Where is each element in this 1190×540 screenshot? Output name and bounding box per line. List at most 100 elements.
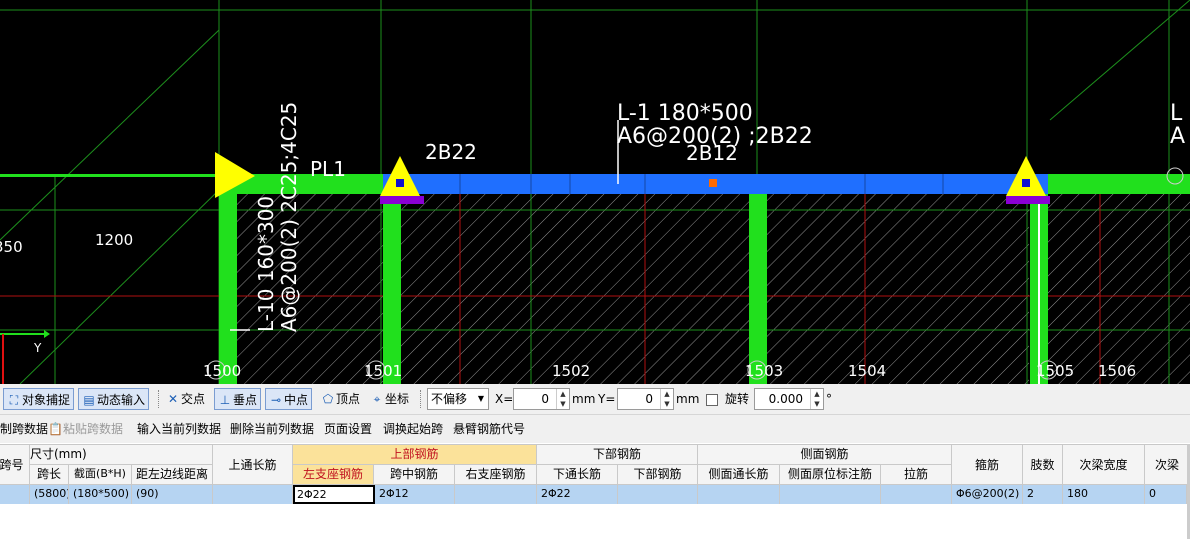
- column-1501[interactable]: [383, 174, 401, 384]
- chevron-down-icon: ▼: [477, 394, 484, 403]
- input-current-column-button[interactable]: 输入当前列数据: [137, 418, 221, 440]
- midpoint-icon: ⊸: [270, 393, 282, 407]
- column-1503[interactable]: [749, 174, 767, 384]
- cell-top-through[interactable]: [213, 485, 293, 504]
- beam-midpoint-grip[interactable]: [709, 179, 717, 187]
- x-spinner[interactable]: ▲ ▼: [556, 389, 569, 409]
- col-side-rebar-group: 侧面钢筋: [698, 445, 952, 465]
- y-input[interactable]: 0 ▲ ▼: [617, 388, 674, 410]
- rotate-input[interactable]: 0.000 ▲ ▼: [754, 388, 824, 410]
- support-1501-grip[interactable]: [396, 179, 404, 187]
- coordinate-icon: ⌖: [373, 392, 381, 406]
- cell-left-support[interactable]: 2Φ22: [293, 485, 375, 504]
- coordinate-snap-button[interactable]: ⌖ 坐标: [369, 388, 409, 410]
- axis-label-1503: 1503: [745, 362, 783, 380]
- support-1505-grip[interactable]: [1022, 179, 1030, 187]
- col-top-through[interactable]: 上通长筋: [213, 445, 293, 485]
- x-input[interactable]: 0 ▲ ▼: [513, 388, 570, 410]
- col-bottom-bars[interactable]: 下部钢筋: [618, 465, 698, 485]
- rotate-checkbox[interactable]: [706, 394, 718, 406]
- intersection-snap-button[interactable]: ✕ 交点: [165, 388, 205, 410]
- ucs-y-label: Y: [33, 341, 42, 355]
- cell-dist-left[interactable]: (90): [132, 485, 213, 504]
- col-legs[interactable]: 肢数: [1023, 445, 1063, 485]
- cell-span-no[interactable]: [0, 485, 30, 504]
- cell-sec-beam-width[interactable]: 180: [1063, 485, 1145, 504]
- axis-label-1500: 1500: [203, 362, 241, 380]
- col-span-length[interactable]: 跨长: [30, 465, 69, 485]
- offset-mode-select[interactable]: 不偏移 ▼: [427, 388, 489, 410]
- col-tie-bar[interactable]: 拉筋: [881, 465, 952, 485]
- midpoint-snap-button[interactable]: ⊸ 中点: [265, 388, 313, 410]
- col-stirrup[interactable]: 箍筋: [952, 445, 1023, 485]
- vertex-icon: ⬠: [322, 392, 334, 406]
- col-bottom-through[interactable]: 下通长筋: [537, 465, 618, 485]
- cell-section[interactable]: (180*500): [69, 485, 132, 504]
- snap-toolbar: ⛶ 对象捕捉 ▤ 动态输入 ✕ 交点 ⊥ 垂点 ⊸ 中点 ⬠ 顶点 ⌖ 坐标 不偏移 ▼ X=…: [0, 384, 1190, 415]
- cad-canvas[interactable]: Y L-1 180*500 A6@200(2) ;2B22 2B12 2B22 …: [0, 0, 1190, 384]
- cell-tie-bar[interactable]: [881, 485, 952, 504]
- axis-label-1505: 1505: [1036, 362, 1074, 380]
- col-dist-left[interactable]: 距左边线距离: [132, 465, 213, 485]
- paste-icon: 📋: [48, 422, 63, 436]
- dimension-1200: 1200: [95, 231, 133, 249]
- intersection-icon: ✕: [167, 392, 179, 406]
- col-side-in-situ[interactable]: 侧面原位标注筋: [780, 465, 881, 485]
- col-side-through[interactable]: 侧面通长筋: [698, 465, 780, 485]
- beam-name-label[interactable]: L-1 180*500: [617, 101, 753, 126]
- perpendicular-snap-button[interactable]: ⊥ 垂点: [214, 388, 262, 410]
- y-spinner[interactable]: ▲ ▼: [660, 389, 673, 409]
- col-section[interactable]: 截面(B*H): [69, 465, 132, 485]
- cell-side-through[interactable]: [698, 485, 780, 504]
- cell-legs[interactable]: 2: [1023, 485, 1063, 504]
- vertical-beam-name[interactable]: L-10 160*300: [254, 196, 278, 332]
- dynamic-input-icon: ▤: [83, 393, 95, 407]
- col-sec-beam-extra[interactable]: 次梁: [1145, 445, 1190, 485]
- col-mid-span[interactable]: 跨中钢筋: [374, 465, 455, 485]
- x-unit: mm: [572, 392, 596, 406]
- col-size-group: 尺寸(mm): [30, 445, 213, 465]
- cell-bottom-bars[interactable]: [618, 485, 698, 504]
- axis-label-1506: 1506: [1098, 362, 1136, 380]
- dimension-850: 350: [0, 238, 23, 256]
- cell-side-in-situ[interactable]: [780, 485, 881, 504]
- cell-mid-span[interactable]: 2Φ12: [375, 485, 455, 504]
- object-snap-button[interactable]: ⛶ 对象捕捉: [3, 388, 75, 410]
- vertex-snap-button[interactable]: ⬠ 顶点: [320, 388, 360, 410]
- cad-drawing[interactable]: Y L-1 180*500 A6@200(2) ;2B22 2B12 2B22 …: [0, 0, 1190, 384]
- slab-hatch-mid: [400, 193, 750, 384]
- cantilever-code-button[interactable]: 悬臂钢筋代号: [453, 418, 525, 440]
- beam-mid-rebar-label[interactable]: 2B12: [686, 141, 738, 165]
- col-left-support[interactable]: 左支座钢筋: [293, 465, 374, 485]
- y-label: Y=: [598, 392, 616, 406]
- right-edge-rebar[interactable]: A: [1170, 124, 1185, 149]
- degree-symbol: °: [826, 392, 832, 406]
- beam-left-support-label[interactable]: 2B22: [425, 140, 477, 164]
- delete-current-column-button[interactable]: 删除当前列数据: [230, 418, 314, 440]
- copy-span-button[interactable]: 制跨数据: [0, 418, 48, 440]
- slab-hatch-right: [767, 193, 1029, 384]
- cell-sec-beam-extra[interactable]: 0: [1145, 485, 1187, 504]
- paste-span-button[interactable]: 📋粘贴跨数据: [48, 418, 123, 440]
- rotate-spinner[interactable]: ▲ ▼: [810, 389, 823, 409]
- dynamic-input-button[interactable]: ▤ 动态输入: [78, 388, 150, 410]
- page-setup-button[interactable]: 页面设置: [324, 418, 372, 440]
- rotate-label: 旋转: [725, 392, 750, 406]
- beam-right-green[interactable]: [1048, 174, 1190, 194]
- col-top-rebar-group: 上部钢筋: [293, 445, 537, 465]
- col-span-no: 跨号: [0, 445, 30, 485]
- column-left[interactable]: [219, 174, 237, 384]
- cell-stirrup[interactable]: Φ6@200(2): [952, 485, 1023, 504]
- col-sec-beam-width[interactable]: 次梁宽度: [1063, 445, 1145, 485]
- adjust-start-span-button[interactable]: 调换起始跨: [383, 418, 443, 440]
- cell-right-support[interactable]: [455, 485, 537, 504]
- rebar-table: 跨号 尺寸(mm) 上通长筋 上部钢筋 下部钢筋 侧面钢筋 箍筋 肢数 次梁宽度…: [0, 444, 1190, 540]
- cell-bottom-through[interactable]: 2Φ22: [537, 485, 618, 504]
- cell-span-length[interactable]: (5800): [30, 485, 69, 504]
- right-edge-name[interactable]: L: [1170, 101, 1183, 126]
- beam-left-thin[interactable]: [0, 174, 219, 177]
- beam-pl1-label[interactable]: PL1: [310, 157, 346, 181]
- vertical-beam-rebar[interactable]: A6@200(2) 2C25;4C25: [277, 102, 301, 332]
- col-right-support[interactable]: 右支座钢筋: [455, 465, 537, 485]
- axis-label-1501: 1501: [364, 362, 402, 380]
